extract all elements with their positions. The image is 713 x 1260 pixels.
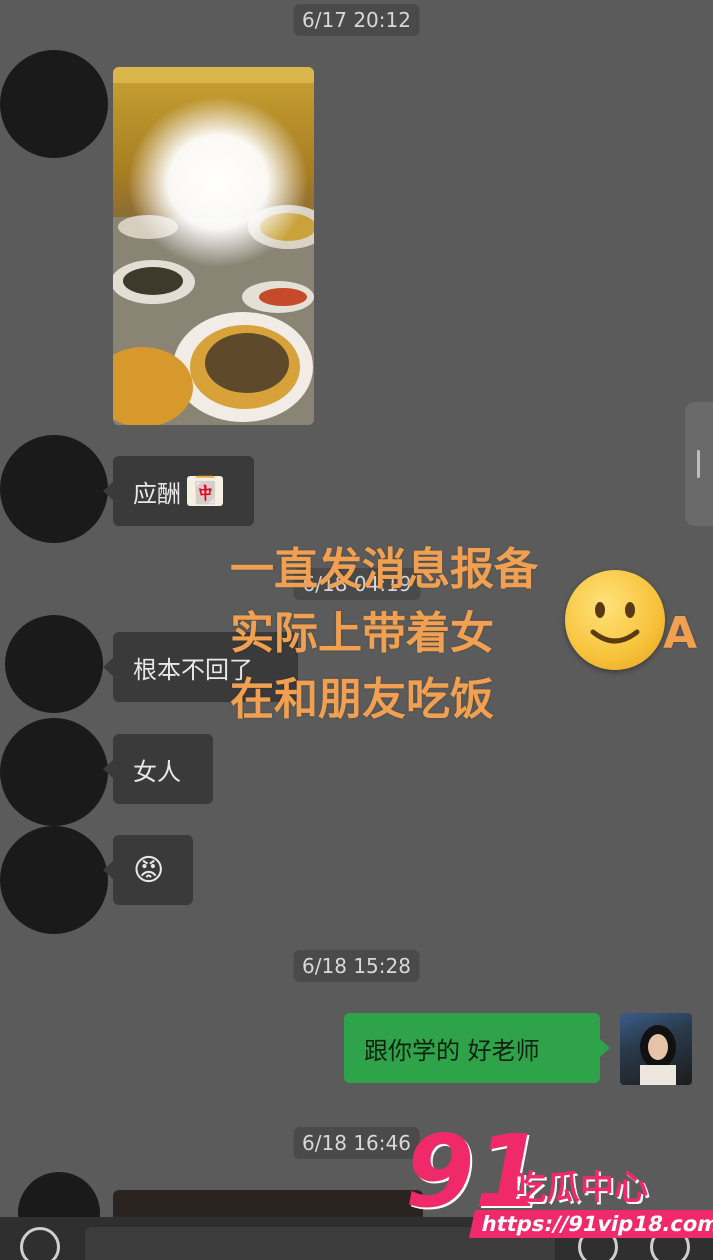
overlay-caption-line: 一直发消息报备 bbox=[230, 544, 538, 595]
avatar[interactable] bbox=[0, 50, 108, 158]
mahjong-icon: 🀄 bbox=[187, 476, 224, 506]
message-bubble-incoming[interactable]: 😡 bbox=[113, 835, 193, 905]
message-bubble-outgoing[interactable]: 跟你学的 好老师 bbox=[344, 1013, 600, 1083]
smiley-face-icon bbox=[565, 570, 665, 670]
side-drawer-handle[interactable] bbox=[685, 402, 713, 526]
voice-icon[interactable] bbox=[20, 1227, 60, 1260]
message-text: 跟你学的 好老师 bbox=[364, 1036, 540, 1065]
timestamp: 6/17 20:12 bbox=[293, 4, 420, 36]
portrait-illustration bbox=[640, 1025, 676, 1085]
food-photo-illustration bbox=[113, 67, 314, 425]
overlay-caption-line: A bbox=[663, 608, 698, 659]
message-text: 应酬 bbox=[133, 479, 181, 508]
timestamp: 6/18 15:28 bbox=[293, 950, 420, 982]
avatar[interactable] bbox=[0, 718, 108, 826]
watermark-url: https://91vip18.com bbox=[469, 1210, 713, 1238]
message-bubble-incoming[interactable]: 应酬 🀄 bbox=[113, 456, 254, 526]
message-bubble-incoming[interactable]: 女人 bbox=[113, 734, 213, 804]
timestamp: 6/18 16:46 bbox=[293, 1127, 420, 1159]
angry-emoji-icon: 😡 bbox=[133, 852, 165, 888]
avatar[interactable] bbox=[0, 826, 108, 934]
avatar[interactable] bbox=[5, 615, 103, 713]
watermark-logo-name: 吃瓜中心 bbox=[512, 1168, 648, 1208]
overlay-caption-line: 实际上带着女 bbox=[230, 608, 494, 659]
self-avatar[interactable] bbox=[620, 1013, 692, 1085]
food-photo-message[interactable] bbox=[113, 67, 314, 425]
overlay-caption-line: 在和朋友吃饭 bbox=[230, 674, 494, 725]
avatar[interactable] bbox=[0, 435, 108, 543]
message-text: 女人 bbox=[133, 757, 181, 786]
